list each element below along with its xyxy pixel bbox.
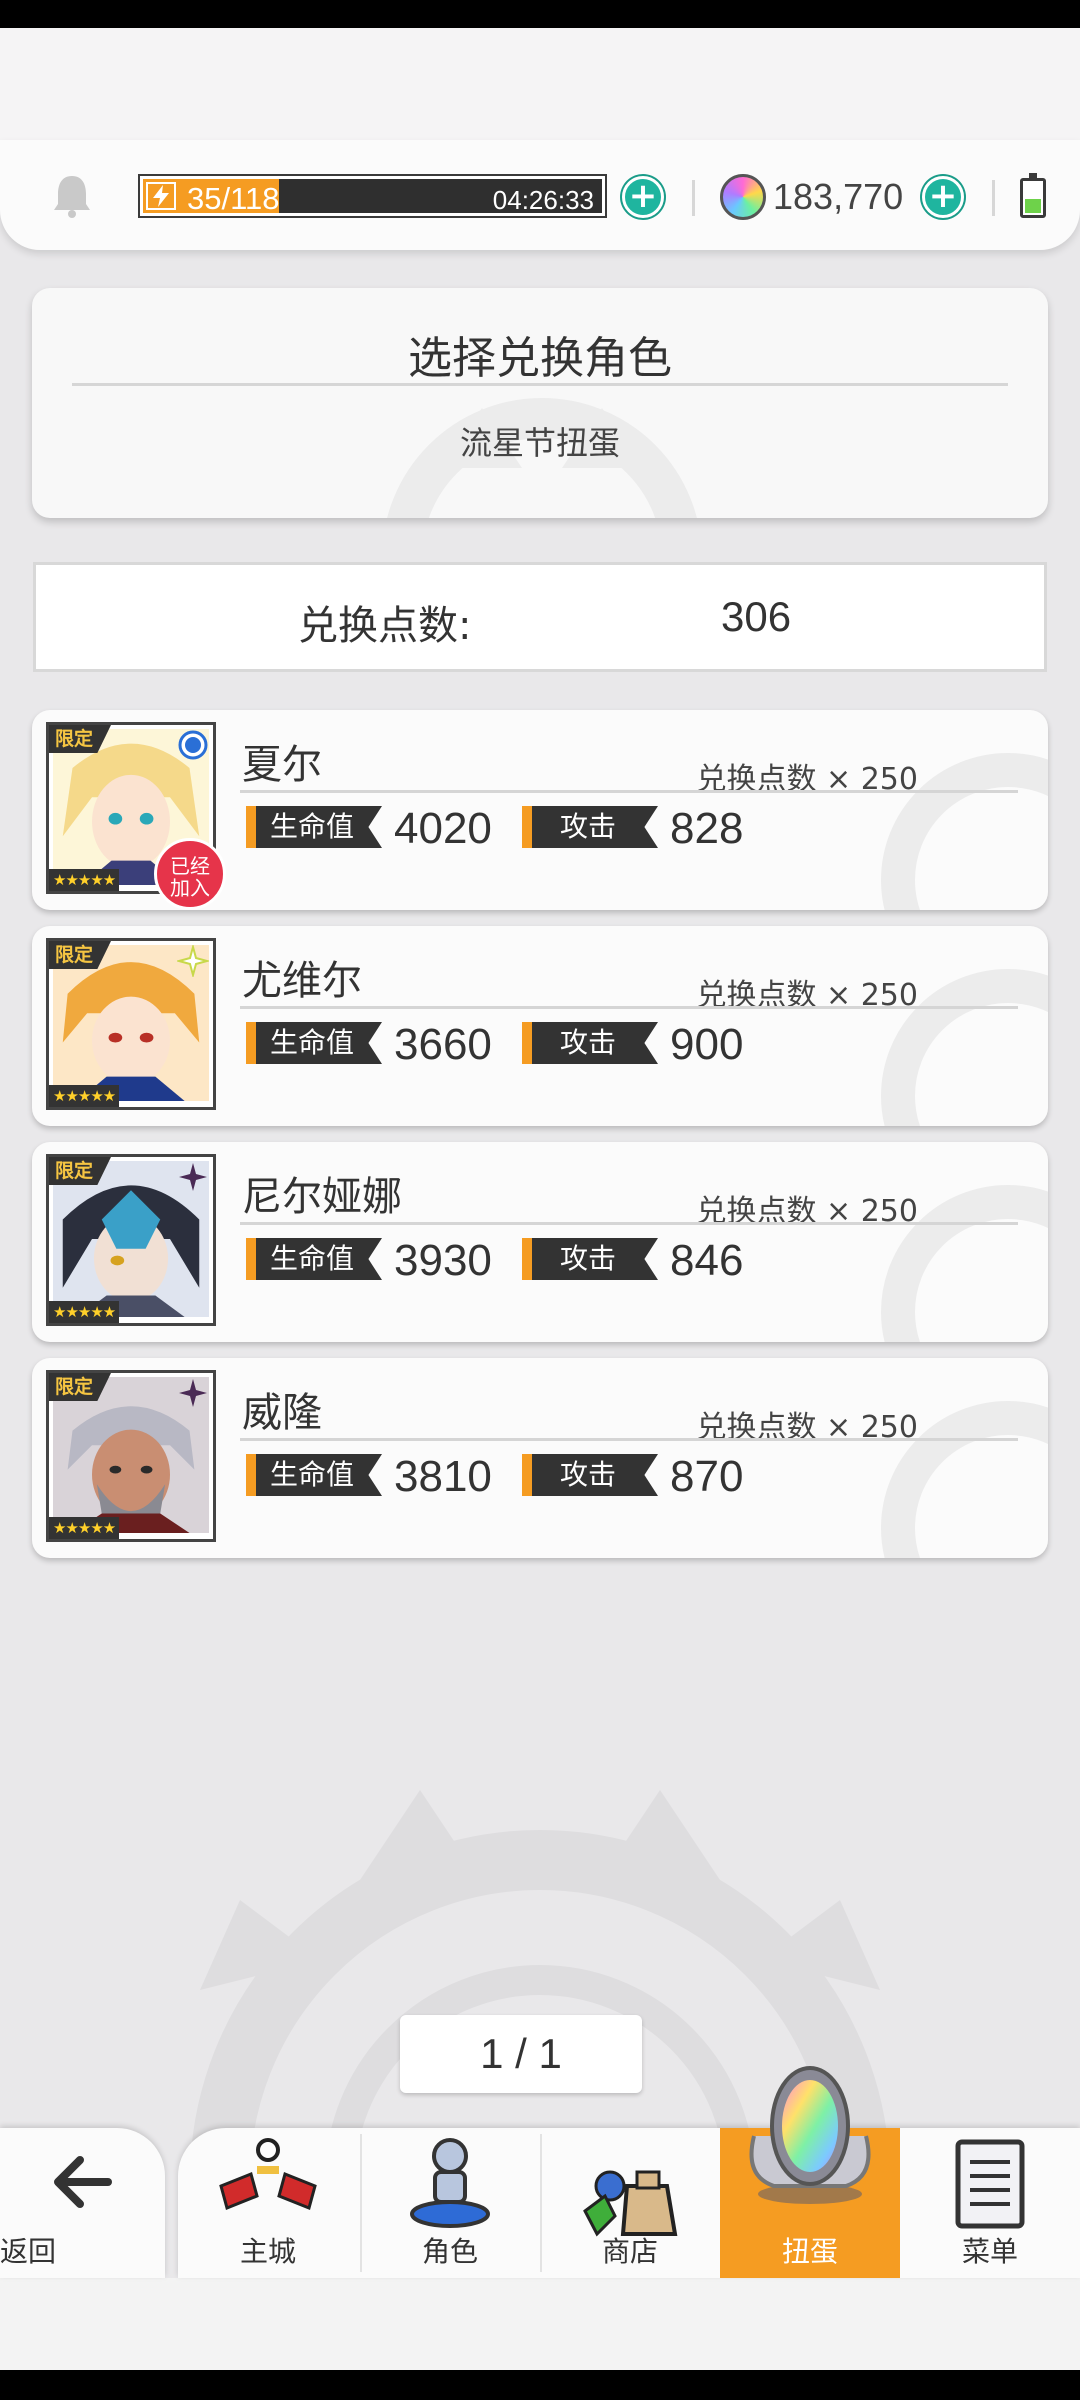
back-label: 返回: [0, 2235, 57, 2268]
name-divider: [240, 1222, 1018, 1225]
character-portrait: 限定 ★★★★★: [46, 938, 216, 1110]
atk-label: 攻击: [522, 1238, 658, 1280]
hp-value: 4020: [394, 804, 492, 853]
nav-item-menu[interactable]: 菜单: [900, 2128, 1080, 2278]
water-element-icon: [178, 730, 208, 760]
nav-item-gacha[interactable]: 扭蛋: [720, 2066, 900, 2278]
character-portrait: 限定 ★★★★★: [46, 1154, 216, 1326]
character-name: 威隆: [242, 1390, 322, 1436]
atk-value: 900: [670, 1020, 744, 1069]
atk-label: 攻击: [522, 1022, 658, 1064]
character-portrait: 限定 ★★★★★: [46, 1370, 216, 1542]
resource-bar: 35/118 04:26:33 + 183,770 +: [0, 140, 1080, 250]
hp-label: 生命值: [246, 1238, 382, 1280]
character-card[interactable]: 限定 ★★★★★ 尤维尔 兑换点数 × 250 生命值 3660 攻击 900: [32, 926, 1048, 1126]
hp-label: 生命值: [246, 1022, 382, 1064]
system-bar-top: [0, 0, 1080, 28]
bell-icon[interactable]: [50, 172, 94, 218]
arrow-left-icon: [54, 2156, 112, 2208]
rarity-stars: ★★★★★: [49, 1085, 120, 1107]
character-name: 尤维尔: [242, 958, 362, 1004]
divider: [692, 180, 695, 216]
exchange-points-panel: 兑换点数: 306: [33, 562, 1047, 672]
nav-strip: [0, 2278, 1080, 2370]
page-indicator: 1 / 1: [400, 2015, 642, 2093]
atk-value: 846: [670, 1236, 744, 1285]
gem-icon: [720, 174, 766, 220]
divider: [992, 180, 995, 216]
atk-value: 870: [670, 1452, 744, 1501]
system-bar-bottom: [0, 2370, 1080, 2400]
main-city-icon: [219, 2138, 317, 2211]
title-divider: [72, 383, 1008, 386]
light-element-icon: [177, 945, 209, 977]
joined-badge: 已经 加入: [154, 838, 226, 910]
character-name: 夏尔: [242, 742, 322, 788]
hp-label: 生命值: [246, 1454, 382, 1496]
hp-label: 生命值: [246, 806, 382, 848]
rarity-stars: ★★★★★: [49, 869, 120, 891]
atk-label: 攻击: [522, 806, 658, 848]
character-icon: [410, 2138, 490, 2228]
nav-label: 菜单: [961, 2235, 1018, 2268]
page-subtitle: 流星节扭蛋: [459, 424, 620, 462]
hp-value: 3930: [394, 1236, 492, 1285]
character-card[interactable]: 限定 ★★★★★ 已经 加入 夏尔 兑换点数 × 250 生命值 4020 攻击 …: [32, 710, 1048, 910]
rarity-stars: ★★★★★: [49, 1301, 120, 1323]
add-gems-button[interactable]: +: [922, 176, 964, 218]
stamina-timer: 04:26:33: [492, 185, 594, 215]
dark-element-icon: [179, 1163, 207, 1191]
character-name: 尼尔娅娜: [242, 1174, 402, 1220]
character-card[interactable]: 限定 ★★★★★ 尼尔娅娜 兑换点数 × 250 生命值 3930 攻击 846: [32, 1142, 1048, 1342]
status-area: [0, 28, 1080, 148]
nav-label: 商店: [601, 2235, 658, 2268]
nav-item-shop[interactable]: 商店: [540, 2128, 720, 2278]
dark-element-icon: [179, 1379, 207, 1407]
name-divider: [240, 1438, 1018, 1441]
atk-value: 828: [670, 804, 744, 853]
nav-label: 主城: [239, 2235, 296, 2268]
rarity-stars: ★★★★★: [49, 1517, 120, 1539]
background-emblem: [190, 1790, 890, 2180]
stamina-text: 35/118: [187, 181, 280, 216]
name-divider: [240, 1006, 1018, 1009]
title-card: 选择兑换角色 流星节扭蛋: [32, 288, 1048, 518]
nav-label: 角色: [421, 2235, 478, 2268]
battery-icon: [1020, 173, 1046, 218]
nav-item-characters[interactable]: 角色: [360, 2128, 540, 2278]
points-value: 306: [721, 593, 792, 640]
add-stamina-button[interactable]: +: [622, 176, 664, 218]
name-divider: [240, 790, 1018, 793]
atk-label: 攻击: [522, 1454, 658, 1496]
menu-list-icon: [955, 2139, 1025, 2229]
points-label: 兑换点数:: [298, 603, 472, 649]
gem-count: 183,770: [773, 176, 904, 217]
hp-value: 3660: [394, 1020, 492, 1069]
character-card[interactable]: 限定 ★★★★★ 威隆 兑换点数 × 250 生命值 3810 攻击 870: [32, 1358, 1048, 1558]
lightning-icon: [146, 182, 176, 210]
back-button[interactable]: 返回: [0, 2128, 165, 2278]
page-title: 选择兑换角色: [408, 333, 672, 384]
hp-value: 3810: [394, 1452, 492, 1501]
gacha-icon: [749, 2066, 871, 2204]
nav-label: 扭蛋: [781, 2235, 838, 2268]
nav-item-main-city[interactable]: 主城: [178, 2128, 358, 2278]
stamina-bar: 35/118 04:26:33: [138, 174, 607, 218]
